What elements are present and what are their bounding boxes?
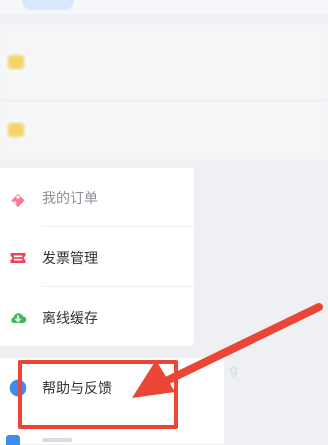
- row-divider: [42, 286, 194, 287]
- blurred-icon: [8, 123, 24, 137]
- watermark: g: [229, 363, 240, 378]
- menu-item-orders[interactable]: 我的订单: [0, 168, 194, 227]
- menu-panel: 我的订单 发票管理 离线缓存: [0, 168, 194, 346]
- row-divider: [42, 226, 194, 227]
- menu-item-label: 发票管理: [42, 251, 98, 267]
- bottom-item-fragment: [0, 434, 80, 445]
- blurred-card-2: [0, 102, 328, 160]
- blurred-icon: [8, 55, 24, 69]
- top-fragment: [22, 0, 74, 10]
- ticket-icon: [11, 193, 25, 208]
- bottom-fragment-text: [42, 438, 72, 442]
- blurred-card-1: [0, 24, 328, 100]
- invoice-icon: [10, 253, 26, 263]
- cloud-download-icon: [11, 313, 27, 323]
- highlight-box: [18, 360, 178, 429]
- menu-item-label: 我的订单: [42, 191, 98, 207]
- menu-item-invoices[interactable]: 发票管理: [0, 228, 194, 287]
- menu-item-offline-cache[interactable]: 离线缓存: [0, 288, 194, 347]
- menu-item-label: 离线缓存: [42, 311, 98, 327]
